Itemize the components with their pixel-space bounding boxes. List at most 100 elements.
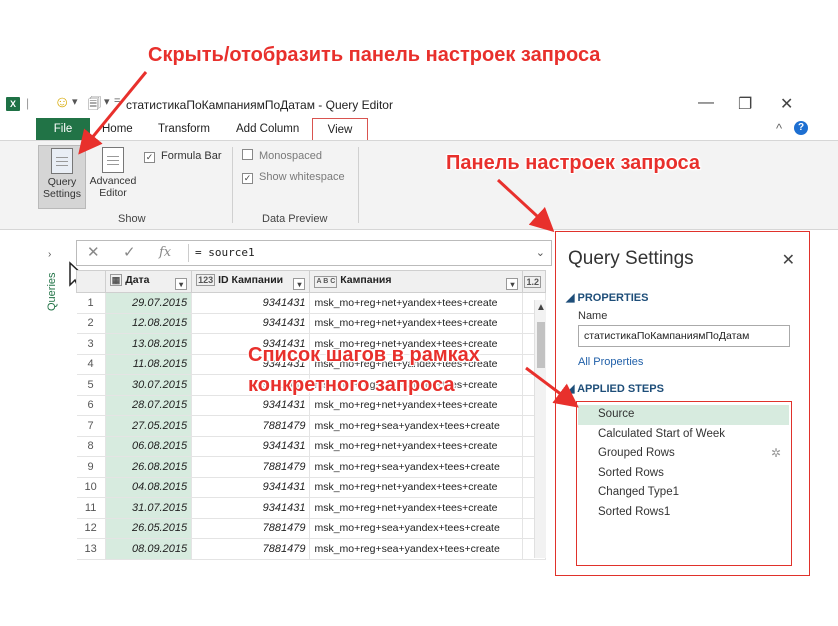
cell-id[interactable]: 9341431 — [191, 477, 311, 498]
cell-campaign[interactable]: msk_mo+reg+sea+yandex+tees+create — [309, 538, 524, 560]
cell-id[interactable]: 7881479 — [191, 518, 311, 539]
tab-view[interactable]: View — [312, 118, 368, 140]
cell-date[interactable]: 04.08.2015 — [105, 477, 193, 498]
filter-dropdown-icon[interactable]: ▾ — [293, 277, 306, 290]
column-header-date[interactable]: ▦ Дата ▾ — [104, 270, 193, 293]
cell-campaign[interactable]: msk_mo+reg+sea+yandex+tees+create — [309, 456, 524, 478]
cell-date[interactable]: 11.08.2015 — [105, 354, 193, 375]
save-icon[interactable]: 🗐 — [88, 95, 101, 117]
quick-access-customize[interactable]: = — [114, 95, 120, 107]
cell-campaign[interactable]: msk_mo+reg+net+yandex+tees+create — [309, 313, 524, 334]
tab-file[interactable]: File — [36, 118, 90, 140]
minimize-button[interactable]: — — [698, 94, 714, 112]
queries-pane-collapsed[interactable]: › Queries — [38, 231, 88, 561]
cell-id[interactable]: 9341431 — [191, 395, 311, 416]
monospaced-checkbox[interactable]: Monospaced — [242, 149, 322, 163]
cell-campaign[interactable]: msk_mo+reg+net+yandex+tees+create — [309, 477, 524, 498]
table-row[interactable]: 12 26.05.2015 7881479 msk_mo+reg+sea+yandex… — [76, 518, 546, 539]
cell-date[interactable]: 13.08.2015 — [105, 333, 193, 355]
cell-id[interactable]: 9341431 — [191, 313, 311, 334]
commit-formula-icon[interactable]: ✓ — [123, 243, 136, 261]
cell-date[interactable]: 30.07.2015 — [105, 374, 193, 396]
cell-date[interactable]: 06.08.2015 — [105, 436, 193, 457]
close-pane-icon[interactable]: ✕ — [782, 250, 795, 270]
applied-step[interactable]: Source — [578, 405, 789, 425]
table-row[interactable]: 9 26.08.2015 7881479 msk_mo+reg+sea+yandex+… — [76, 456, 546, 478]
show-whitespace-checkbox[interactable]: ✓ Show whitespace — [242, 170, 345, 184]
row-number[interactable]: 6 — [76, 395, 106, 416]
scroll-up-icon[interactable]: ▲ — [536, 302, 546, 313]
fx-icon[interactable]: fx — [159, 245, 171, 260]
query-name-input[interactable]: статистикаПоКампаниямПоДатам — [578, 325, 790, 347]
applied-step[interactable]: Changed Type1 — [578, 483, 789, 503]
cell-date[interactable]: 12.08.2015 — [105, 313, 193, 334]
applied-step[interactable]: Sorted Rows — [578, 464, 789, 484]
quick-access-dropdown-2[interactable]: ▾ — [104, 95, 110, 108]
table-row[interactable]: 7 27.05.2015 7881479 msk_mo+reg+sea+yandex+… — [76, 415, 546, 437]
filter-dropdown-icon[interactable]: ▾ — [175, 277, 188, 290]
close-window-button[interactable]: ✕ — [780, 94, 793, 114]
cell-date[interactable]: 27.05.2015 — [105, 415, 193, 437]
applied-step[interactable]: Grouped Rows ✲ — [578, 444, 789, 464]
applied-steps-header[interactable]: ◢ APPLIED STEPS — [566, 382, 664, 395]
cell-id[interactable]: 9341431 — [191, 436, 311, 457]
table-row[interactable]: 6 28.07.2015 9341431 msk_mo+reg+net+yandex+… — [76, 395, 546, 416]
table-row[interactable]: 2 12.08.2015 9341431 msk_mo+reg+net+yandex+… — [76, 313, 546, 334]
row-number[interactable]: 3 — [76, 333, 106, 355]
cell-id[interactable]: 9341431 — [191, 497, 311, 519]
decimal-type-icon[interactable]: 1.2 — [524, 275, 541, 288]
tab-transform[interactable]: Transform — [150, 118, 218, 140]
table-row[interactable]: 10 04.08.2015 9341431 msk_mo+reg+net+yandex… — [76, 477, 546, 498]
step-settings-gear-icon[interactable]: ✲ — [771, 446, 781, 460]
scroll-thumb[interactable] — [537, 322, 545, 368]
column-header-campaign[interactable]: A B C Кампания ▾ — [309, 270, 524, 293]
row-number[interactable]: 7 — [76, 415, 106, 437]
row-number[interactable]: 9 — [76, 456, 106, 478]
query-settings-button[interactable]: Query Settings — [38, 145, 86, 209]
table-row[interactable]: 13 08.09.2015 7881479 msk_mo+reg+sea+yandex… — [76, 538, 546, 560]
grid-vertical-scrollbar[interactable]: ▲ — [534, 300, 546, 558]
cell-date[interactable]: 29.07.2015 — [105, 292, 193, 314]
cell-date[interactable]: 08.09.2015 — [105, 538, 193, 560]
cell-campaign[interactable]: msk_mo+reg+net+yandex+tees+create — [309, 292, 524, 314]
row-number[interactable]: 11 — [76, 497, 106, 519]
table-row[interactable]: 11 31.07.2015 9341431 msk_mo+reg+net+yandex… — [76, 497, 546, 519]
queries-label[interactable]: Queries — [46, 272, 58, 311]
cell-date[interactable]: 26.05.2015 — [105, 518, 193, 539]
cell-campaign[interactable]: msk_mo+reg+net+yandex+tees+create — [309, 436, 524, 457]
row-number[interactable]: 5 — [76, 374, 106, 396]
table-row[interactable]: 8 06.08.2015 9341431 msk_mo+reg+net+yandex+… — [76, 436, 546, 457]
column-header-id[interactable]: 123 ID Кампании ▾ — [191, 270, 311, 293]
cell-id[interactable]: 7881479 — [191, 538, 311, 560]
tab-home[interactable]: Home — [94, 118, 141, 140]
table-row[interactable]: 1 29.07.2015 9341431 msk_mo+reg+net+yandex+… — [76, 292, 546, 314]
cell-date[interactable]: 28.07.2015 — [105, 395, 193, 416]
row-number[interactable]: 10 — [76, 477, 106, 498]
date-type-icon[interactable]: ▦ — [109, 273, 123, 286]
all-properties-link[interactable]: All Properties — [578, 356, 643, 368]
quick-access-dropdown-1[interactable]: ▾ — [72, 95, 78, 108]
table-corner[interactable] — [76, 270, 106, 293]
row-number[interactable]: 13 — [76, 538, 106, 560]
cell-campaign[interactable]: msk_mo+reg+sea+yandex+tees+create — [309, 518, 524, 539]
filter-dropdown-icon[interactable]: ▾ — [506, 277, 519, 290]
row-number[interactable]: 12 — [76, 518, 106, 539]
cell-date[interactable]: 26.08.2015 — [105, 456, 193, 478]
collapse-ribbon-icon[interactable]: ^ — [776, 121, 782, 136]
cell-campaign[interactable]: msk_mo+reg+sea+yandex+tees+create — [309, 415, 524, 437]
row-number[interactable]: 2 — [76, 313, 106, 334]
cell-id[interactable]: 7881479 — [191, 456, 311, 478]
smiley-feedback-icon[interactable]: ☺ — [54, 94, 70, 112]
cell-date[interactable]: 31.07.2015 — [105, 497, 193, 519]
advanced-editor-button[interactable]: Advanced Editor — [88, 145, 138, 209]
tab-add-column[interactable]: Add Column — [228, 118, 307, 140]
restore-button[interactable]: ❐ — [738, 94, 752, 114]
applied-step[interactable]: Sorted Rows1 — [578, 503, 789, 523]
cell-campaign[interactable]: msk_mo+reg+net+yandex+tees+create — [309, 395, 524, 416]
applied-step[interactable]: Calculated Start of Week — [578, 425, 789, 445]
cell-id[interactable]: 9341431 — [191, 292, 311, 314]
number-type-icon[interactable]: 123 — [196, 273, 216, 286]
formula-input[interactable]: = source1 — [195, 246, 255, 259]
formula-bar-checkbox[interactable]: ✓ Formula Bar — [144, 149, 222, 163]
cancel-formula-icon[interactable]: ✕ — [87, 243, 100, 261]
